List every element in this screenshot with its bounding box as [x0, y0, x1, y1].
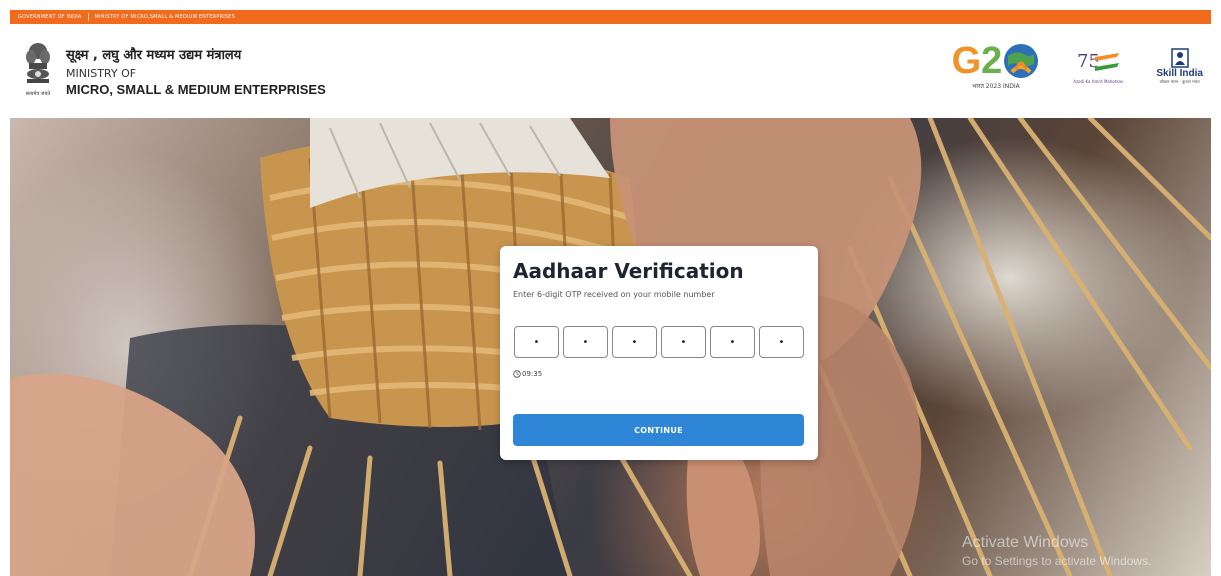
partner-logos: G2 भारत 2023 INDIA 75 Azadi Ka Amrit Mah… [952, 42, 1203, 90]
top-strip: GOVERNMENT OF INDIA MINISTRY OF MICRO,SM… [10, 10, 1211, 24]
g20-wordmark: G2 [952, 42, 1041, 80]
dialog-title: Aadhaar Verification [513, 259, 744, 283]
g20-caption: भारत 2023 INDIA [972, 83, 1020, 90]
site-header: सत्यमेव जयते सूक्ष्म , लघु और मध्यम उद्य… [10, 24, 1211, 118]
otp-digit-1[interactable]: • [514, 326, 559, 358]
otp-input-group: • • • • • • [514, 326, 804, 358]
ministry-strip-label[interactable]: MINISTRY OF MICRO,SMALL & MEDIUM ENTERPR… [95, 14, 236, 20]
ministry-title-block[interactable]: सूक्ष्म , लघु और मध्यम उद्यम मंत्रालय MI… [66, 45, 326, 97]
g20-globe-icon [1004, 44, 1039, 78]
watermark-title: Activate Windows [962, 534, 1089, 551]
otp-digit-5[interactable]: • [710, 326, 755, 358]
dialog-subtitle: Enter 6-digit OTP received on your mobil… [513, 290, 715, 299]
watermark-subtitle: Go to Settings to activate Windows. [962, 554, 1152, 568]
g20-logo[interactable]: G2 भारत 2023 INDIA [952, 42, 1041, 90]
skill-india-logo[interactable]: Skill India कौशल भारत - कुशल भारत [1156, 47, 1203, 85]
ministry-name-line2: MICRO, SMALL & MEDIUM ENTERPRISES [66, 82, 326, 97]
skill-india-caption: कौशल भारत - कुशल भारत [1159, 78, 1200, 84]
ministry-name-line1: MINISTRY OF [66, 67, 137, 80]
timer-value: 09:35 [522, 370, 543, 378]
skill-india-wordmark: Skill India [1156, 67, 1203, 79]
otp-digit-6[interactable]: • [759, 326, 804, 358]
skill-india-figure-icon [1170, 47, 1189, 68]
strip-divider [87, 13, 89, 21]
emblem-icon [26, 43, 50, 83]
otp-digit-3[interactable]: • [612, 326, 657, 358]
continue-button[interactable]: CONTINUE [513, 414, 804, 446]
clock-icon [513, 370, 521, 378]
emblem-caption: सत्यमेव जयते [25, 91, 51, 97]
azadi-caption: Azadi Ka Amrit Mahotsav [1073, 78, 1124, 84]
azadi-logo[interactable]: 75 Azadi Ka Amrit Mahotsav [1062, 49, 1134, 84]
national-emblem: सत्यमेव जयते [18, 41, 58, 101]
windows-activation-watermark: Activate Windows Go to Settings to activ… [962, 534, 1151, 568]
otp-digit-2[interactable]: • [563, 326, 608, 358]
aadhaar-verification-dialog: Aadhaar Verification Enter 6-digit OTP r… [500, 246, 818, 460]
otp-timer: 09:35 [513, 370, 542, 378]
government-label[interactable]: GOVERNMENT OF INDIA [18, 14, 82, 20]
otp-digit-4[interactable]: • [661, 326, 706, 358]
azadi-emblem-icon: 75 [1077, 51, 1120, 72]
ministry-name-hindi: सूक्ष्म , लघु और मध्यम उद्यम मंत्रालय [66, 48, 242, 63]
